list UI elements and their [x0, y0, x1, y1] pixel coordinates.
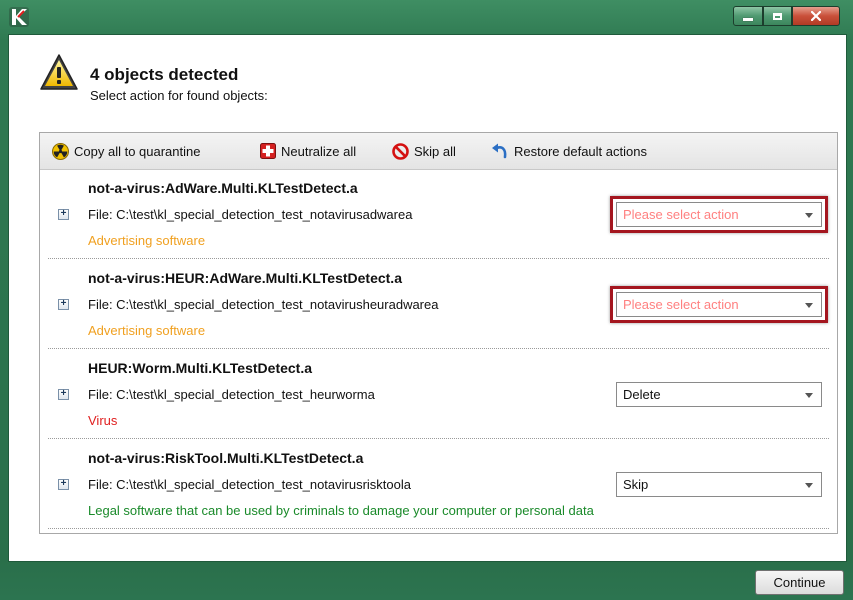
detected-object-row: HEUR:Worm.Multi.KLTestDetect.a + File: C… — [40, 350, 837, 439]
threat-name: not-a-virus:HEUR:AdWare.Multi.KLTestDete… — [88, 270, 402, 286]
row-divider — [48, 258, 829, 259]
title-bar[interactable] — [0, 0, 853, 34]
detected-object-row: not-a-virus:AdWare.Multi.KLTestDetect.a … — [40, 170, 837, 259]
skip-all-button[interactable]: Skip all — [392, 143, 456, 160]
minimize-icon — [743, 17, 753, 21]
neutralize-all-button[interactable]: Neutralize all — [260, 143, 356, 159]
chevron-down-icon — [805, 483, 813, 488]
neutralize-all-label: Neutralize all — [281, 143, 357, 159]
threat-name: HEUR:Worm.Multi.KLTestDetect.a — [88, 360, 313, 376]
action-select-value: Please select action — [623, 297, 739, 312]
expand-icon[interactable]: + — [58, 479, 69, 490]
restore-default-actions-label: Restore default actions — [514, 143, 647, 159]
threat-category: Virus — [88, 413, 118, 428]
warning-icon — [40, 54, 78, 90]
page-title: 4 objects detected — [90, 65, 239, 84]
action-select[interactable]: Skip — [616, 472, 822, 497]
action-select-value: Delete — [623, 387, 661, 402]
threat-name: not-a-virus:AdWare.Multi.KLTestDetect.a — [88, 180, 358, 196]
maximize-button[interactable] — [763, 6, 792, 26]
action-select-value: Skip — [623, 477, 649, 492]
skip-all-label: Skip all — [414, 144, 456, 159]
restore-default-actions-button[interactable]: Restore default actions — [491, 143, 647, 159]
threat-category: Advertising software — [88, 323, 206, 338]
expand-icon[interactable]: + — [58, 389, 69, 400]
threat-category: Advertising software — [88, 233, 206, 248]
chevron-down-icon — [805, 303, 813, 308]
dialog-client-area: 4 objects detected Select action for fou… — [8, 34, 847, 562]
row-divider — [48, 348, 829, 349]
forbidden-icon — [392, 143, 409, 160]
action-toolbar: Copy all to quarantine Neutralize all Sk… — [40, 133, 837, 170]
chevron-down-icon — [805, 213, 813, 218]
action-select[interactable]: Please select action — [616, 292, 822, 317]
copy-all-to-quarantine-label: Copy all to quarantine — [74, 144, 201, 159]
action-select[interactable]: Please select action — [616, 202, 822, 227]
radiation-icon — [52, 143, 69, 160]
file-path: File: C:\test\kl_special_detection_test_… — [88, 477, 411, 492]
maximize-icon — [773, 12, 782, 20]
minimize-button[interactable] — [733, 6, 763, 26]
row-divider — [48, 438, 829, 439]
medical-cross-icon — [260, 143, 276, 159]
expand-icon[interactable]: + — [58, 299, 69, 310]
close-button[interactable] — [792, 6, 840, 26]
action-select[interactable]: Delete — [616, 382, 822, 407]
chevron-down-icon — [805, 393, 813, 398]
file-path: File: C:\test\kl_special_detection_test_… — [88, 387, 375, 402]
action-select-value: Please select action — [623, 207, 739, 222]
window: 4 objects detected Select action for fou… — [0, 0, 853, 600]
expand-icon[interactable]: + — [58, 209, 69, 220]
copy-all-to-quarantine-button[interactable]: Copy all to quarantine — [52, 143, 200, 160]
file-path: File: C:\test\kl_special_detection_test_… — [88, 297, 439, 312]
file-path: File: C:\test\kl_special_detection_test_… — [88, 207, 413, 222]
page-subtitle: Select action for found objects: — [90, 88, 268, 103]
detected-objects-panel: Copy all to quarantine Neutralize all Sk… — [39, 132, 838, 534]
detected-object-row: not-a-virus:RiskTool.Multi.KLTestDetect.… — [40, 440, 837, 529]
threat-name: not-a-virus:RiskTool.Multi.KLTestDetect.… — [88, 450, 364, 466]
detected-object-row: not-a-virus:HEUR:AdWare.Multi.KLTestDete… — [40, 260, 837, 349]
undo-arrow-icon — [492, 143, 507, 159]
threat-category: Legal software that can be used by crimi… — [88, 503, 594, 518]
close-icon — [811, 11, 821, 21]
kaspersky-logo-icon — [9, 7, 29, 27]
row-divider — [48, 528, 829, 529]
continue-button[interactable]: Continue — [755, 570, 844, 595]
